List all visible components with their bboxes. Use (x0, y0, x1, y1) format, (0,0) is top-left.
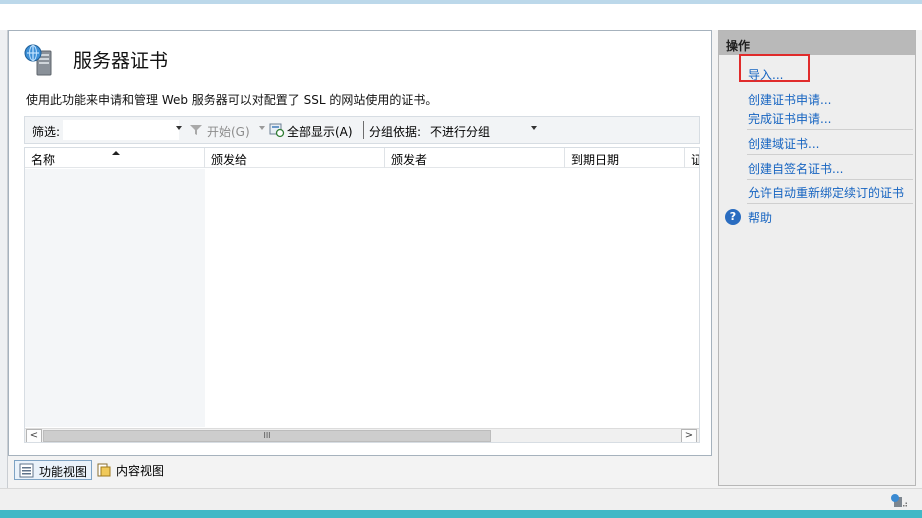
page-description: 使用此功能来申请和管理 Web 服务器可以对配置了 SSL 的网站使用的证书。 (26, 93, 438, 107)
actions-pane: 操作 导入... 创建证书申请... 完成证书申请... 创建域证书... 创建… (718, 30, 916, 486)
network-status-icon (891, 494, 907, 507)
sort-ascending-icon (112, 151, 120, 155)
list-header: 名称 颁发给 颁发者 到期日期 证 (25, 148, 699, 168)
column-header-expiration-date[interactable]: 到期日期 (565, 148, 685, 168)
list-body[interactable] (25, 169, 205, 427)
actions-separator (747, 154, 913, 155)
horizontal-scrollbar[interactable]: < III > (25, 428, 699, 442)
action-help[interactable]: 帮助 (748, 209, 772, 226)
funnel-icon (190, 125, 202, 135)
show-all-button[interactable]: 全部显示(A) (287, 123, 353, 140)
actions-header: 操作 (719, 31, 915, 55)
tab-content-view-label: 内容视图 (116, 464, 165, 478)
group-by-dropdown-arrow-icon[interactable] (531, 126, 537, 130)
go-button[interactable]: 开始(G) (207, 123, 250, 140)
group-by-value: 不进行分组 (430, 125, 491, 139)
action-create-domain-certificate[interactable]: 创建域证书... (748, 135, 819, 152)
actions-separator (747, 203, 913, 204)
page-title: 服务器证书 (73, 50, 169, 72)
action-enable-automatic-rebind[interactable]: 允许自动重新绑定续订的证书 (748, 184, 904, 201)
action-import[interactable]: 导入... (748, 66, 783, 83)
column-header-certificate[interactable]: 证 (685, 148, 699, 168)
tab-features-view-label: 功能视图 (39, 465, 88, 479)
connections-pane-edge[interactable] (0, 30, 8, 488)
action-complete-certificate-request[interactable]: 完成证书申请... (748, 110, 831, 127)
scroll-right-button[interactable]: > (681, 429, 697, 442)
help-icon[interactable]: ? (725, 209, 741, 225)
actions-separator (747, 179, 913, 180)
view-tabs: 功能视图 内容视图 (8, 458, 712, 484)
actions-separator (747, 129, 913, 130)
address-bar-area (0, 4, 922, 30)
group-by-select[interactable]: 不进行分组 (425, 120, 541, 140)
action-create-self-signed-certificate[interactable]: 创建自签名证书... (748, 160, 843, 177)
filter-input[interactable] (63, 120, 179, 140)
status-bar (0, 488, 922, 510)
show-all-icon (269, 123, 285, 138)
main-content-panel: 服务器证书 使用此功能来申请和管理 Web 服务器可以对配置了 SSL 的网站使… (8, 30, 712, 456)
filter-dropdown-arrow-icon[interactable] (176, 126, 182, 130)
certificate-list: 名称 颁发给 颁发者 到期日期 证 < III > (24, 147, 700, 443)
toolbar-separator (363, 121, 364, 139)
actions-title: 操作 (726, 39, 751, 53)
server-certificate-icon (24, 44, 52, 76)
content-view-icon (97, 463, 111, 477)
tab-features-view[interactable]: 功能视图 (14, 460, 93, 480)
features-view-icon (19, 463, 34, 478)
scroll-grip: III (263, 431, 271, 440)
filter-toolbar: 筛选: 开始(G) 全部显示(A) 分组依据: 不进行分组 (24, 116, 700, 144)
action-create-certificate-request[interactable]: 创建证书申请... (748, 91, 831, 108)
tab-content-view[interactable]: 内容视图 (92, 460, 168, 480)
column-header-issued-to[interactable]: 颁发给 (205, 148, 385, 168)
column-header-issued-by[interactable]: 颁发者 (385, 148, 565, 168)
filter-label: 筛选: (32, 125, 61, 139)
group-by-label: 分组依据: (369, 125, 422, 139)
scroll-thumb[interactable]: III (43, 430, 491, 442)
scroll-left-button[interactable]: < (26, 429, 42, 442)
go-dropdown-arrow-icon[interactable] (259, 126, 265, 130)
taskbar-accent (0, 510, 922, 518)
